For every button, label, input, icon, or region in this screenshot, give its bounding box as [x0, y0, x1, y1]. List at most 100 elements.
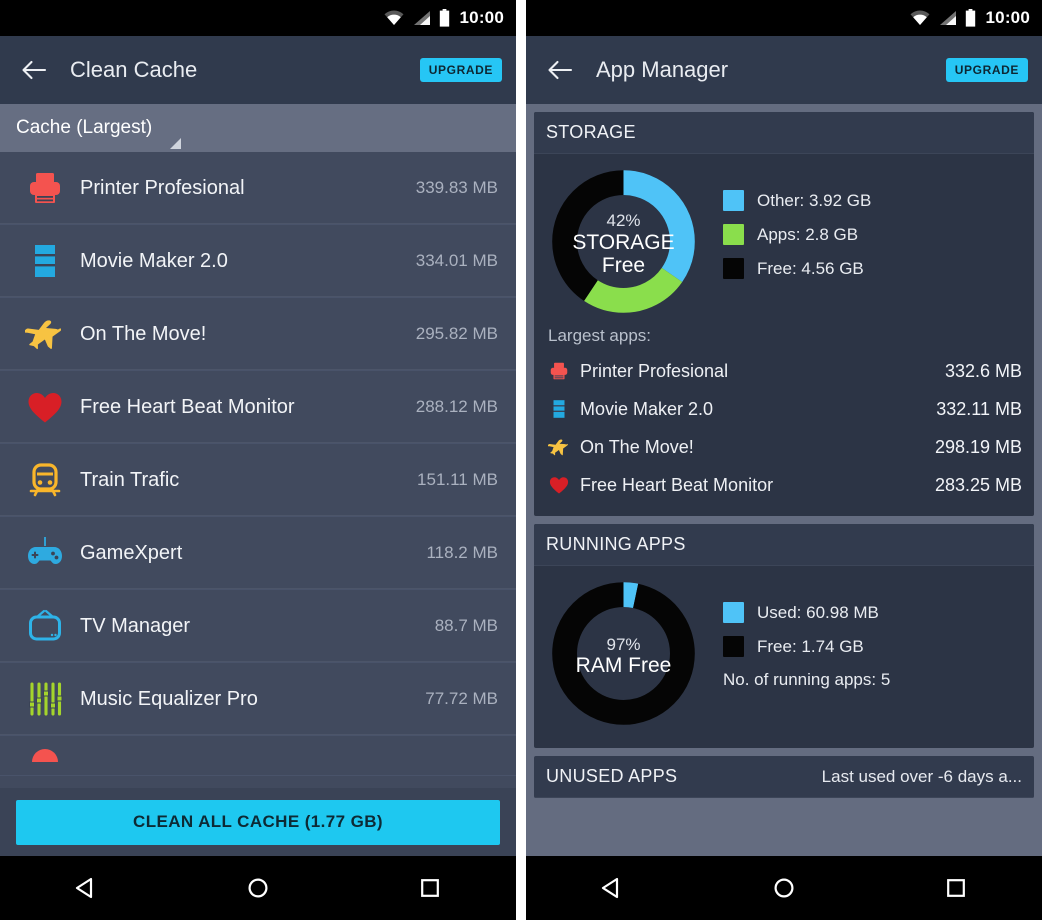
- cache-list-item[interactable]: Free Heart Beat Monitor 288.12 MB: [0, 371, 516, 444]
- legend-color-swatch: [723, 636, 744, 657]
- largest-app-row[interactable]: On The Move! 298.19 MB: [546, 428, 1022, 466]
- nav-recents-button[interactable]: [395, 865, 465, 911]
- recents-square-icon: [947, 879, 965, 897]
- nav-home-button[interactable]: [223, 865, 293, 911]
- sort-tab-cache-largest[interactable]: Cache (Largest): [0, 104, 516, 152]
- upgrade-button[interactable]: UPGRADE: [945, 58, 1028, 82]
- cache-item-name: Music Equalizer Pro: [80, 687, 258, 710]
- largest-app-row[interactable]: Movie Maker 2.0 332.11 MB: [546, 390, 1022, 428]
- cache-list-item[interactable]: GameXpert 118.2 MB: [0, 517, 516, 590]
- running-apps-card-header: RUNNING APPS: [534, 524, 1034, 566]
- storage-legend-item: Other: 3.92 GB: [723, 190, 871, 211]
- unused-apps-card-header: UNUSED APPS Last used over -6 days a...: [534, 756, 1034, 798]
- wifi-icon: [384, 10, 404, 25]
- back-button[interactable]: [14, 50, 54, 90]
- cache-item-size: 339.83 MB: [415, 178, 498, 197]
- home-circle-icon: [248, 878, 268, 898]
- status-bar-right: 10:00: [526, 0, 1042, 36]
- running-apps-card-body: 97% RAM Free Used: 60.98 MB Free: 1.74 GB…: [534, 566, 1034, 748]
- legend-label: Used: 60.98 MB: [757, 602, 879, 622]
- nav-recents-button[interactable]: [921, 865, 991, 911]
- largest-app-row[interactable]: Printer Profesional 332.6 MB: [546, 352, 1022, 390]
- largest-app-size: 298.19 MB: [934, 436, 1022, 457]
- nav-back-button[interactable]: [51, 865, 121, 911]
- cache-item-name: Train Trafic: [80, 468, 180, 491]
- legend-color-swatch: [723, 224, 744, 245]
- legend-label: Other: 3.92 GB: [757, 190, 872, 210]
- home-circle-icon: [774, 878, 794, 898]
- upgrade-button[interactable]: UPGRADE: [419, 58, 502, 82]
- ram-donut-chart: 97% RAM Free: [546, 576, 701, 736]
- television-icon: [16, 606, 74, 646]
- film-icon: [16, 241, 74, 281]
- heart-icon: [546, 474, 572, 496]
- largest-app-row[interactable]: Free Heart Beat Monitor 283.25 MB: [546, 466, 1022, 504]
- largest-app-size: 332.6 MB: [944, 360, 1022, 381]
- storage-legend: Other: 3.92 GB Apps: 2.8 GB Free: 4.56 GB: [723, 164, 871, 292]
- printer-icon: [16, 168, 74, 208]
- page-title: App Manager: [596, 57, 729, 82]
- unused-apps-subtitle: Last used over -6 days a...: [821, 766, 1022, 786]
- ram-legend: Used: 60.98 MB Free: 1.74 GB No. of runnin…: [723, 576, 890, 690]
- largest-app-name: On The Move!: [580, 436, 694, 457]
- app-manager-content: STORAGE 42% STORAGE Free Other: 3.92 GB …: [526, 104, 1042, 856]
- back-triangle-icon: [601, 877, 619, 899]
- cache-item-name: Free Heart Beat Monitor: [80, 395, 295, 418]
- equalizer-icon: [16, 679, 74, 719]
- ram-donut-svg: [552, 582, 695, 725]
- back-triangle-icon: [75, 877, 93, 899]
- storage-card-header: STORAGE: [534, 112, 1034, 154]
- unused-apps-card[interactable]: UNUSED APPS Last used over -6 days a...: [534, 756, 1034, 798]
- cache-list-item[interactable]: On The Move! 295.82 MB: [0, 298, 516, 371]
- legend-label: Apps: 2.8 GB: [757, 224, 859, 244]
- nav-home-button[interactable]: [749, 865, 819, 911]
- signal-icon: [939, 11, 956, 25]
- storage-card-title: STORAGE: [546, 122, 636, 142]
- storage-card-body: 42% STORAGE Free Other: 3.92 GB Apps: 2.8…: [534, 154, 1034, 516]
- phone-screen-clean-cache: 10:00 Clean Cache UPGRADE Cache (Largest…: [0, 0, 516, 920]
- unused-apps-card-title: UNUSED APPS: [546, 766, 678, 786]
- largest-app-size: 332.11 MB: [936, 398, 1022, 419]
- cache-item-name: TV Manager: [80, 614, 191, 637]
- legend-label: Free: 1.74 GB: [757, 636, 864, 656]
- cache-item-name: Movie Maker 2.0: [80, 249, 228, 272]
- largest-app-name: Movie Maker 2.0: [580, 398, 714, 419]
- legend-color-swatch: [723, 190, 744, 211]
- cache-list-item[interactable]: Music Equalizer Pro 77.72 MB: [0, 663, 516, 736]
- airplane-icon: [16, 314, 74, 354]
- page-title: Clean Cache: [70, 57, 198, 82]
- storage-chart-row: 42% STORAGE Free Other: 3.92 GB Apps: 2.8…: [546, 164, 1022, 324]
- storage-card: STORAGE 42% STORAGE Free Other: 3.92 GB …: [534, 112, 1034, 516]
- clean-action-bar: CLEAN ALL CACHE (1.77 GB): [0, 788, 516, 856]
- clean-all-cache-button[interactable]: CLEAN ALL CACHE (1.77 GB): [16, 799, 500, 845]
- wifi-icon: [910, 10, 930, 25]
- gamepad-icon: [16, 533, 74, 573]
- storage-legend-item: Apps: 2.8 GB: [723, 224, 871, 245]
- app-bar-right: App Manager UPGRADE: [526, 36, 1042, 104]
- cache-item-size: 334.01 MB: [415, 251, 498, 270]
- nav-back-button[interactable]: [577, 865, 647, 911]
- largest-apps-list[interactable]: Printer Profesional 332.6 MB Movie Maker 2…: [546, 352, 1022, 504]
- cache-item-name: On The Move!: [80, 322, 207, 345]
- cache-list-item[interactable]: Printer Profesional 339.83 MB: [0, 152, 516, 225]
- ram-chart-row: 97% RAM Free Used: 60.98 MB Free: 1.74 GB…: [546, 576, 1022, 736]
- running-apps-count: No. of running apps: 5: [723, 670, 891, 689]
- battery-icon: [439, 9, 449, 27]
- cache-list-item-partial[interactable]: [0, 736, 516, 776]
- cache-item-size: 295.82 MB: [415, 324, 498, 343]
- status-bar-clock: 10:00: [985, 8, 1030, 27]
- printer-icon: [546, 360, 572, 382]
- airplane-icon: [546, 436, 572, 458]
- phone-screen-app-manager: 10:00 App Manager UPGRADE STORAGE 42% ST…: [526, 0, 1042, 920]
- back-button[interactable]: [540, 50, 580, 90]
- largest-apps-title: Largest apps:: [548, 326, 652, 345]
- recents-square-icon: [421, 879, 439, 897]
- cache-list-item[interactable]: Train Trafic 151.11 MB: [0, 444, 516, 517]
- status-bar-clock: 10:00: [459, 8, 504, 27]
- android-nav-bar-right: [526, 856, 1042, 920]
- cache-app-list[interactable]: Printer Profesional 339.83 MB Movie Maker …: [0, 152, 516, 788]
- cache-list-item[interactable]: Movie Maker 2.0 334.01 MB: [0, 225, 516, 298]
- cache-list-item[interactable]: TV Manager 88.7 MB: [0, 590, 516, 663]
- largest-app-size: 283.25 MB: [934, 474, 1022, 495]
- arrow-left-icon: [22, 60, 47, 80]
